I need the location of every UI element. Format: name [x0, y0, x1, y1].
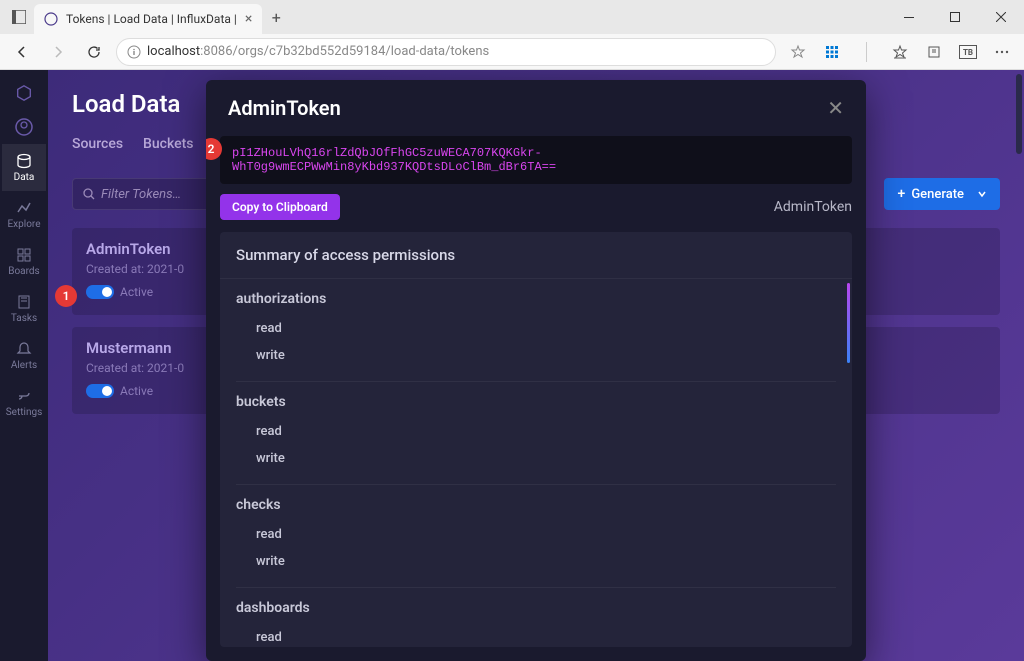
favorite-icon[interactable] — [784, 38, 812, 66]
sidebar-item-data[interactable]: Data — [2, 144, 46, 191]
browser-app-icon — [4, 2, 34, 32]
menu-icon[interactable] — [988, 38, 1016, 66]
sidebar-item-boards[interactable]: Boards — [2, 238, 46, 285]
permission-action: read — [236, 315, 836, 342]
sidebar: Data Explore Boards Tasks Alerts Setting… — [0, 70, 48, 661]
modal-overlay: AdminToken ✕ 2 pI1ZHouLVhQ16rlZdQbJOfFhG… — [48, 70, 1024, 661]
sidebar-label: Explore — [8, 219, 41, 230]
close-window-button[interactable] — [978, 0, 1024, 34]
sidebar-label: Settings — [6, 407, 43, 418]
sidebar-item-settings[interactable]: Settings — [2, 379, 46, 426]
collections-icon[interactable] — [920, 38, 948, 66]
back-button[interactable] — [8, 38, 36, 66]
tab-title: Tokens | Load Data | InfluxData | — [66, 12, 237, 26]
svg-text:TB: TB — [963, 48, 973, 57]
sidebar-item-tasks[interactable]: Tasks — [2, 285, 46, 332]
sidebar-label: Data — [14, 172, 35, 183]
permission-group: buckets readwrite — [236, 382, 836, 485]
new-tab-button[interactable]: + — [262, 8, 290, 27]
permission-group: checks readwrite — [236, 485, 836, 588]
minimize-button[interactable] — [886, 0, 932, 34]
sidebar-item-alerts[interactable]: Alerts — [2, 332, 46, 379]
sidebar-logo[interactable] — [2, 76, 46, 110]
sidebar-label: Tasks — [11, 313, 37, 324]
url-host: localhost — [147, 44, 200, 59]
browser-titlebar: Tokens | Load Data | InfluxData | × + — [0, 0, 1024, 34]
token-modal: AdminToken ✕ 2 pI1ZHouLVhQ16rlZdQbJOfFhG… — [206, 80, 866, 661]
modal-title: AdminToken — [228, 96, 341, 120]
forward-button[interactable] — [44, 38, 72, 66]
permission-resource: dashboards — [236, 600, 836, 616]
permission-group: dashboardsreadwrite — [236, 588, 836, 647]
sidebar-label: Boards — [8, 266, 39, 277]
callout-1: 1 — [55, 285, 77, 307]
divider-icon — [852, 38, 880, 66]
sidebar-label: Alerts — [11, 360, 37, 371]
url-port: :8086 — [200, 44, 232, 59]
refresh-button[interactable] — [80, 38, 108, 66]
token-description: AdminToken — [774, 199, 852, 215]
permissions-panel: Summary of access permissions authorizat… — [220, 232, 852, 647]
url-field[interactable]: localhost:8086/orgs/c7b32bd552d59184/loa… — [116, 38, 776, 66]
permission-action: read — [236, 624, 836, 647]
permission-resource: buckets — [236, 394, 836, 410]
tb-extension-icon[interactable]: TB — [954, 38, 982, 66]
info-icon — [127, 45, 141, 59]
sidebar-item-explore[interactable]: Explore — [2, 191, 46, 238]
main-content: Load Data Sources Buckets Filter Tokens…… — [48, 70, 1024, 661]
permissions-scrollbar[interactable] — [847, 283, 850, 363]
token-value-display[interactable]: pI1ZHouLVhQ16rlZdQbJOfFhGC5zuWECA707KQKG… — [220, 136, 852, 184]
modal-close-button[interactable]: ✕ — [827, 96, 844, 120]
browser-tab[interactable]: Tokens | Load Data | InfluxData | × — [34, 4, 262, 34]
url-path: /orgs/c7b32bd552d59184/load-data/tokens — [233, 44, 490, 59]
permission-action: write — [236, 342, 836, 369]
permission-action: read — [236, 521, 836, 548]
permission-action: write — [236, 445, 836, 472]
permission-group: authorizations readwrite — [236, 279, 836, 382]
permission-resource: checks — [236, 497, 836, 513]
grid-extension-icon[interactable] — [818, 38, 846, 66]
tab-close-icon[interactable]: × — [245, 11, 252, 27]
sidebar-user[interactable] — [2, 110, 46, 144]
tab-favicon-icon — [44, 12, 58, 26]
maximize-button[interactable] — [932, 0, 978, 34]
permission-resource: authorizations — [236, 291, 836, 307]
permissions-body[interactable]: authorizationsreadwritebucketsreadwritec… — [220, 279, 852, 647]
permissions-header: Summary of access permissions — [220, 232, 852, 279]
favorites-bar-icon[interactable] — [886, 38, 914, 66]
permission-action: read — [236, 418, 836, 445]
browser-address-bar: localhost:8086/orgs/c7b32bd552d59184/loa… — [0, 34, 1024, 70]
permission-action: write — [236, 548, 836, 575]
copy-to-clipboard-button[interactable]: Copy to Clipboard — [220, 194, 340, 220]
